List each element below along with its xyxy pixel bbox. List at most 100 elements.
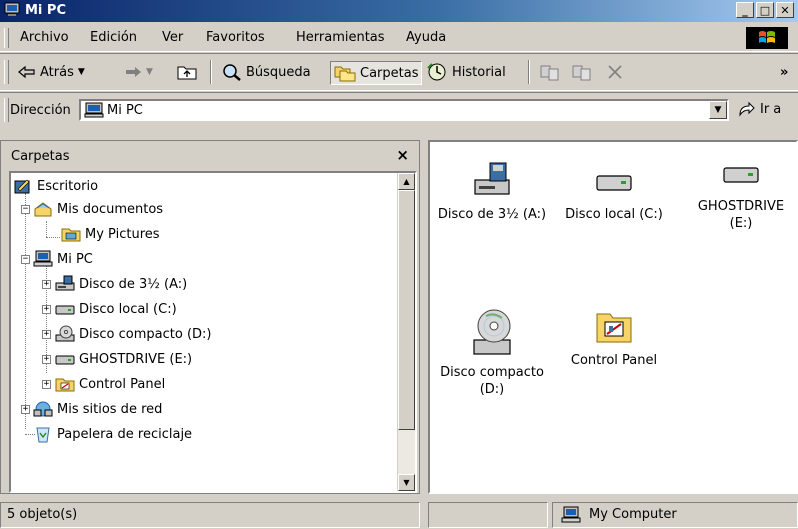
tree-item-label: Disco local (C:) bbox=[79, 301, 177, 317]
floppy-drive-icon bbox=[474, 162, 510, 195]
address-bar: Dirección Mi PC ▼ Ir a bbox=[0, 92, 798, 127]
tree-expand-toggle[interactable]: + bbox=[42, 355, 51, 364]
tree-collapse-toggle[interactable]: − bbox=[21, 205, 30, 214]
maximize-button[interactable]: □ bbox=[756, 2, 774, 18]
addressbar-grip[interactable] bbox=[4, 98, 9, 122]
folder-tree: Escritorio − Mis documentos My Pictures bbox=[9, 171, 417, 493]
tree-item-label: Disco compacto (D:) bbox=[79, 326, 212, 342]
search-button[interactable]: Búsqueda bbox=[222, 61, 311, 83]
tree-item-escritorio[interactable]: Escritorio bbox=[13, 175, 98, 197]
address-input[interactable]: Mi PC ▼ bbox=[79, 99, 729, 121]
tree-expand-toggle[interactable]: + bbox=[42, 380, 51, 389]
content-item-control-panel[interactable]: Control Panel bbox=[554, 306, 674, 369]
address-label: Dirección bbox=[10, 103, 71, 118]
scroll-down-button[interactable]: ▼ bbox=[398, 474, 415, 491]
tree-expand-toggle[interactable]: + bbox=[42, 280, 51, 289]
menu-bar: Archivo Edición Ver Favoritos Herramient… bbox=[0, 25, 798, 52]
history-button[interactable]: Historial bbox=[426, 61, 506, 83]
status-count: 5 objeto(s) bbox=[7, 507, 78, 522]
back-button[interactable]: Atrás ▼ bbox=[18, 61, 85, 83]
tree-item-mi-pc[interactable]: Mi PC bbox=[33, 248, 93, 270]
tree-item-floppy-a[interactable]: Disco de 3½ (A:) bbox=[55, 273, 187, 295]
tree-item-network[interactable]: Mis sitios de red bbox=[33, 398, 162, 420]
menu-ver[interactable]: Ver bbox=[162, 30, 183, 45]
hard-drive-icon bbox=[723, 167, 759, 183]
explorer-window: Mi PC _ □ ✕ Archivo Edición Ver Favorito… bbox=[0, 0, 798, 529]
menu-herramientas[interactable]: Herramientas bbox=[296, 30, 385, 45]
content-item-label: GHOSTDRIVE (E:) bbox=[697, 199, 785, 231]
go-arrow-icon bbox=[739, 101, 755, 117]
menu-edicion[interactable]: Edición bbox=[90, 30, 137, 45]
tree-item-my-pictures[interactable]: My Pictures bbox=[61, 223, 160, 245]
status-bar: 5 objeto(s) My Computer bbox=[0, 500, 798, 529]
move-to-icon bbox=[540, 65, 559, 81]
tree-expand-toggle[interactable]: + bbox=[42, 305, 51, 314]
scroll-thumb[interactable] bbox=[398, 190, 415, 430]
tree-item-mis-documentos[interactable]: Mis documentos bbox=[33, 198, 163, 220]
tree-collapse-toggle[interactable]: − bbox=[21, 255, 30, 264]
menu-archivo[interactable]: Archivo bbox=[20, 30, 69, 45]
content-item-floppy-a[interactable]: Disco de 3½ (A:) bbox=[432, 160, 552, 223]
tree-item-label: Mi PC bbox=[57, 251, 93, 267]
forward-button[interactable]: ▼ bbox=[124, 61, 153, 83]
tree-item-cd-d[interactable]: Disco compacto (D:) bbox=[55, 323, 211, 345]
copy-to-button[interactable] bbox=[572, 61, 592, 83]
menubar-grip[interactable] bbox=[4, 28, 9, 48]
pictures-folder-icon bbox=[61, 228, 81, 242]
control-panel-icon bbox=[55, 378, 75, 392]
tree-item-label: Mis documentos bbox=[57, 201, 164, 217]
scroll-up-button[interactable]: ▲ bbox=[398, 173, 415, 190]
my-documents-icon bbox=[34, 202, 52, 217]
content-item-cd-d[interactable]: Disco compacto (D:) bbox=[432, 306, 552, 398]
up-folder-button[interactable] bbox=[176, 61, 198, 83]
history-label: Historial bbox=[452, 64, 506, 80]
tree-item-label: Disco de 3½ (A:) bbox=[79, 276, 188, 292]
tree-line bbox=[46, 221, 47, 237]
tree-item-ghostdrive-e[interactable]: GHOSTDRIVE (E:) bbox=[55, 348, 192, 370]
folders-button[interactable]: Carpetas bbox=[330, 61, 423, 85]
tree-item-recycle-bin[interactable]: Papelera de reciclaje bbox=[33, 423, 192, 445]
hard-drive-icon bbox=[596, 175, 632, 191]
close-button[interactable]: ✕ bbox=[776, 2, 794, 18]
recycle-bin-icon bbox=[36, 427, 50, 443]
delete-button[interactable] bbox=[606, 61, 624, 83]
tree-vertical-scrollbar[interactable]: ▲ ▼ bbox=[397, 173, 415, 491]
go-button[interactable]: Ir a bbox=[738, 101, 781, 117]
tree-item-control-panel[interactable]: Control Panel bbox=[55, 373, 165, 395]
desktop-icon bbox=[14, 179, 30, 194]
tree-item-label: Papelera de reciclaje bbox=[57, 426, 193, 442]
toolbar-chevron-more[interactable]: » bbox=[780, 61, 788, 83]
content-item-label: Disco local (C:) bbox=[565, 207, 663, 222]
hard-drive-icon bbox=[55, 305, 75, 315]
back-label: Atrás bbox=[40, 64, 74, 80]
back-dropdown-icon[interactable]: ▼ bbox=[78, 67, 85, 77]
move-to-button[interactable] bbox=[540, 61, 560, 83]
title-bar[interactable]: Mi PC _ □ ✕ bbox=[0, 0, 798, 22]
status-zone-cell: My Computer bbox=[552, 502, 798, 528]
content-item-ghostdrive-e[interactable]: GHOSTDRIVE (E:) bbox=[686, 152, 796, 232]
history-icon bbox=[427, 63, 446, 81]
tree-item-local-c[interactable]: Disco local (C:) bbox=[55, 298, 177, 320]
folders-pane: Carpetas × Escritorio − Mis documentos M… bbox=[0, 140, 420, 494]
address-dropdown-button[interactable]: ▼ bbox=[709, 101, 727, 119]
folders-pane-close-button[interactable]: × bbox=[396, 146, 409, 164]
status-count-cell: 5 objeto(s) bbox=[0, 502, 420, 528]
content-item-local-c[interactable]: Disco local (C:) bbox=[554, 160, 674, 223]
menu-ayuda[interactable]: Ayuda bbox=[406, 30, 446, 45]
tree-expand-toggle[interactable]: + bbox=[42, 330, 51, 339]
tree-expand-toggle[interactable]: + bbox=[21, 405, 30, 414]
my-computer-icon bbox=[84, 102, 104, 118]
toolbar-grip[interactable] bbox=[4, 60, 9, 84]
content-pane: Disco de 3½ (A:) Disco local (C:) GHOSTD… bbox=[428, 140, 798, 494]
toolbar-separator bbox=[528, 60, 530, 84]
minimize-button[interactable]: _ bbox=[736, 2, 754, 18]
search-icon bbox=[223, 64, 241, 81]
back-arrow-icon bbox=[18, 65, 35, 79]
tree-item-label: Mis sitios de red bbox=[57, 401, 163, 417]
cd-drive-icon bbox=[55, 325, 75, 342]
forward-dropdown-icon[interactable]: ▼ bbox=[146, 67, 153, 77]
menu-favoritos[interactable]: Favoritos bbox=[206, 30, 265, 45]
my-computer-icon bbox=[4, 2, 20, 16]
copy-to-icon bbox=[572, 65, 591, 81]
toolbar-separator bbox=[210, 60, 212, 84]
